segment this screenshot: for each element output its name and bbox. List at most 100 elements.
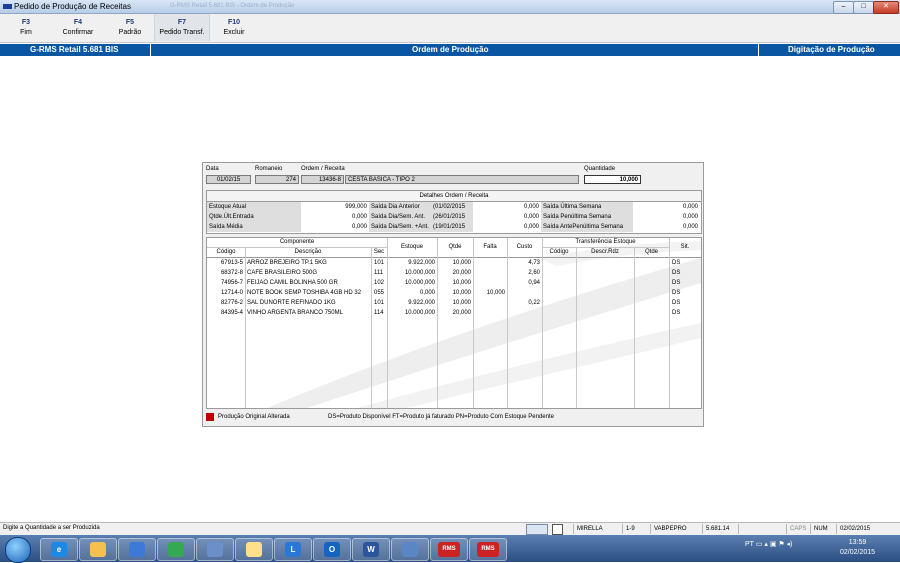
app-icon bbox=[3, 4, 12, 9]
taskbar-app-button[interactable]: W bbox=[352, 538, 390, 561]
cell-codigo: 68372-8 bbox=[220, 270, 243, 276]
module-title: Ordem de Produção bbox=[412, 45, 489, 54]
romaneio-field[interactable]: 274 bbox=[255, 175, 299, 184]
internet-explorer-icon: e bbox=[51, 542, 67, 557]
system-tray: PT ▭ ▴ ▣ ⚑ ◂) bbox=[745, 540, 792, 548]
production-order-panel: Data 01/02/15 Romaneio 274 Ordem / Recei… bbox=[202, 162, 704, 427]
cell-qtde: 20,000 bbox=[452, 270, 471, 276]
taskbar-app-button[interactable] bbox=[196, 538, 234, 561]
table-row[interactable]: 84395-4 VINHO ARGENTA BRANCO 750ML 114 1… bbox=[207, 308, 701, 318]
volume-icon[interactable]: ◂) bbox=[787, 541, 793, 548]
custo-column-header[interactable]: Custo bbox=[507, 243, 542, 252]
window-titlebar: Pedido de Produção de Receitas G-RMS Ret… bbox=[0, 0, 900, 14]
cell-estoque: 10.000,000 bbox=[404, 310, 435, 316]
transf-codigo-column-header[interactable]: Código bbox=[542, 248, 576, 257]
maximize-button[interactable]: □ bbox=[853, 1, 874, 14]
fkey-code: F3 bbox=[21, 19, 31, 26]
status-database: VABPEPRO bbox=[650, 524, 702, 534]
cell-estoque: 10.000,000 bbox=[404, 270, 435, 276]
data-label: Data bbox=[206, 166, 219, 172]
start-button[interactable] bbox=[5, 537, 31, 563]
taskbar-app-button[interactable] bbox=[157, 538, 195, 561]
word-icon: W bbox=[363, 542, 379, 557]
taskbar-app-button[interactable]: e bbox=[40, 538, 78, 561]
cell-descricao: CAFE BRASILEIRO 500G bbox=[247, 270, 318, 276]
table-row[interactable]: 74956-7 FEIJAO CAMIL BOLINHA 500 GR 102 … bbox=[207, 278, 701, 288]
cell-sec: 055 bbox=[374, 290, 385, 296]
cell-custo: 2,60 bbox=[528, 270, 540, 276]
taskbar-app-button[interactable] bbox=[391, 538, 429, 561]
cell-descricao: SAL DUNORTE REFINADO 1KG bbox=[247, 300, 336, 306]
function-key-toolbar: F3 Fim F4 Confirmar F5 Padrão F7 Pedido … bbox=[0, 14, 900, 43]
f3-fim-button[interactable]: F3 Fim bbox=[6, 14, 46, 41]
f5-padrao-button[interactable]: F5 Padrão bbox=[110, 14, 150, 41]
table-row[interactable]: 82776-2 SAL DUNORTE REFINADO 1KG 101 9.9… bbox=[207, 298, 701, 308]
minimize-button[interactable]: – bbox=[833, 1, 854, 14]
taskbar-app-button[interactable] bbox=[79, 538, 117, 561]
quantidade-label: Quantidade bbox=[584, 166, 616, 172]
taskbar-app-button[interactable]: RMS bbox=[469, 538, 507, 561]
cell-sit: DS bbox=[672, 300, 681, 306]
f10-excluir-button[interactable]: F10 Excluir bbox=[214, 14, 254, 41]
sit-column-header[interactable]: Sit. bbox=[669, 243, 701, 252]
detail-label: Qtde.Últ.Entrada bbox=[207, 212, 301, 222]
table-row[interactable]: 68372-8 CAFE BRASILEIRO 500G 111 10.000,… bbox=[207, 268, 701, 278]
status-empty bbox=[738, 524, 786, 534]
detail-value: 0,000 bbox=[682, 204, 698, 210]
data-field[interactable]: 01/02/15 bbox=[206, 175, 251, 184]
fkey-code: F7 bbox=[177, 19, 187, 26]
cell-qtde: 10,000 bbox=[452, 280, 471, 286]
cell-estoque: 9.922,000 bbox=[408, 300, 435, 306]
estoque-column-header[interactable]: Estoque bbox=[387, 243, 437, 252]
ordem-code-field[interactable]: 13436-8 bbox=[301, 175, 344, 184]
cell-custo: 4,73 bbox=[528, 260, 540, 266]
taskbar-app-button[interactable]: O bbox=[313, 538, 351, 561]
taskbar-app-button[interactable] bbox=[118, 538, 156, 561]
cell-descricao: ARROZ BREJEIRO TP.1 5KG bbox=[247, 260, 327, 266]
transf-descr-column-header[interactable]: Descr.Rdz bbox=[576, 248, 634, 257]
cell-qtde: 20,000 bbox=[452, 310, 471, 316]
file-explorer-icon bbox=[90, 542, 106, 557]
quantidade-input[interactable]: 10,000 bbox=[584, 175, 641, 184]
transf-qtde-column-header[interactable]: Qtde bbox=[634, 248, 669, 257]
action-center-icon[interactable]: ⚑ bbox=[778, 541, 786, 548]
language-indicator[interactable]: PT bbox=[745, 541, 754, 548]
cell-qtde: 10,000 bbox=[452, 290, 471, 296]
cell-estoque: 0,000 bbox=[419, 290, 435, 296]
detail-value: 999,000 bbox=[345, 204, 367, 210]
sec-column-header[interactable]: Sec bbox=[371, 248, 387, 257]
f7-pedido-transf-button[interactable]: F7 Pedido Transf. bbox=[154, 14, 210, 41]
detail-date: (01/02/2015 bbox=[433, 202, 473, 212]
detail-label: Saída Penúltima Semana bbox=[541, 212, 633, 222]
lync-icon: L bbox=[285, 542, 301, 557]
codigo-column-header[interactable]: Código bbox=[207, 248, 245, 257]
falta-column-header[interactable]: Falta bbox=[473, 243, 507, 252]
table-row[interactable]: 12714-0 NOTE BOOK SEMP TOSHIBA 4GB HD 32… bbox=[207, 288, 701, 298]
windows-taskbar: e L O W RMS RMS PT ▭ ▴ ▣ ⚑ ◂) 13:59 02/02/201… bbox=[0, 535, 900, 563]
descricao-column-header[interactable]: Descrição bbox=[245, 248, 371, 257]
connection-icon bbox=[402, 542, 418, 557]
taskbar-app-button[interactable]: RMS bbox=[430, 538, 468, 561]
close-button[interactable]: ✕ bbox=[873, 1, 899, 14]
window-faded-title: G-RMS Retail 5.681 BIS - Ordem de Produç… bbox=[170, 3, 295, 9]
detail-date: (26/01/2015 bbox=[433, 212, 473, 222]
cell-custo: 0,94 bbox=[528, 280, 540, 286]
romaneio-label: Romaneio bbox=[255, 166, 283, 172]
screen-title: Digitação de Produção bbox=[788, 45, 875, 54]
cell-codigo: 82776-2 bbox=[220, 300, 243, 306]
taskbar-app-button[interactable] bbox=[235, 538, 273, 561]
components-grid[interactable]: Componente Transferência Estoque Código … bbox=[206, 237, 702, 409]
taskbar-clock[interactable]: 13:59 02/02/2015 bbox=[840, 538, 875, 558]
taskbar-app-button[interactable]: L bbox=[274, 538, 312, 561]
f4-confirmar-button[interactable]: F4 Confirmar bbox=[55, 14, 101, 41]
detail-label: Saída Última Semana bbox=[541, 202, 633, 212]
ordem-receita-label: Ordem / Receita bbox=[301, 166, 345, 172]
detail-value: 0,000 bbox=[682, 214, 698, 220]
table-row[interactable]: 67913-5 ARROZ BREJEIRO TP.1 5KG 101 9.92… bbox=[207, 258, 701, 268]
altered-swatch bbox=[206, 413, 214, 421]
qtde-column-header[interactable]: Qtde bbox=[437, 243, 473, 252]
status-version: 5.681.14 bbox=[702, 524, 738, 534]
detail-label: Estoque Atual bbox=[207, 202, 301, 212]
fkey-label: Pedido Transf. bbox=[159, 29, 205, 36]
cell-sit: DS bbox=[672, 310, 681, 316]
